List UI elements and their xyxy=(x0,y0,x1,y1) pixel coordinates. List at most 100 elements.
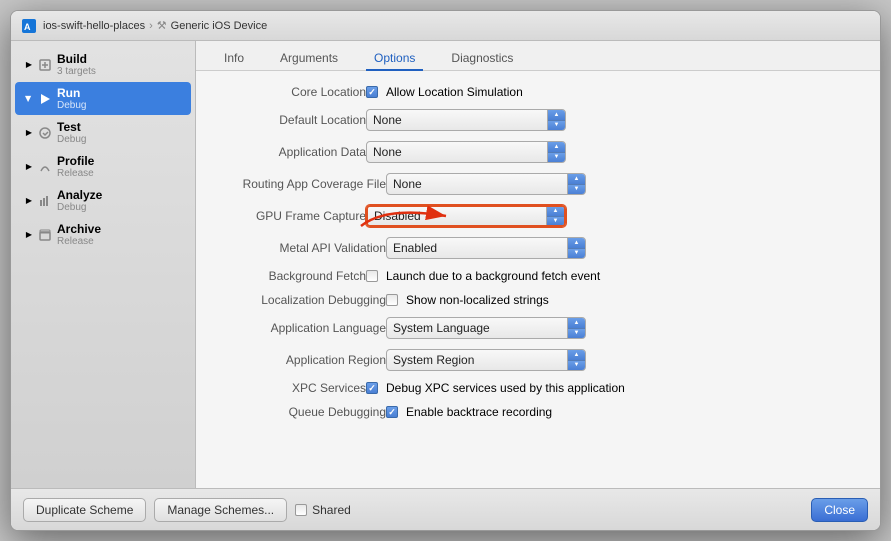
sidebar-item-build[interactable]: ▶ Build 3 targets xyxy=(15,48,191,81)
app-data-value: None xyxy=(367,145,547,159)
profile-icon xyxy=(38,160,52,174)
routing-label: Routing App Coverage File xyxy=(206,177,386,191)
tab-arguments[interactable]: Arguments xyxy=(272,47,346,71)
settings-panel: Core Location Allow Location Simulation … xyxy=(196,71,880,488)
stepper-up[interactable]: ▲ xyxy=(568,350,585,361)
archive-sublabel: Release xyxy=(57,236,101,247)
sidebar-item-profile[interactable]: ▶ Profile Release xyxy=(15,150,191,183)
stepper-down[interactable]: ▼ xyxy=(568,249,585,259)
sidebar: ▶ Build 3 targets ▶ Run Debug xyxy=(11,41,196,488)
app-lang-row: Application Language System Language ▲ ▼ xyxy=(206,317,860,339)
metal-select[interactable]: Enabled ▲ ▼ xyxy=(386,237,586,259)
device-name: Generic iOS Device xyxy=(171,20,268,32)
duplicate-scheme-button[interactable]: Duplicate Scheme xyxy=(23,498,146,522)
gpu-select[interactable]: Disabled ▲ ▼ xyxy=(366,205,566,227)
arrow-icon: ▶ xyxy=(25,163,33,171)
tab-bar: Info Arguments Options Diagnostics xyxy=(196,41,880,71)
stepper-up[interactable]: ▲ xyxy=(568,238,585,249)
arrow-icon: ▶ xyxy=(25,95,33,103)
core-location-row: Core Location Allow Location Simulation xyxy=(206,85,860,99)
profile-sublabel: Release xyxy=(57,168,94,179)
sidebar-item-test[interactable]: ▶ Test Debug xyxy=(15,116,191,149)
test-label: Test xyxy=(57,120,86,134)
stepper-down[interactable]: ▼ xyxy=(548,153,565,163)
app-region-row: Application Region System Region ▲ ▼ xyxy=(206,349,860,371)
xpc-label: XPC Services xyxy=(206,381,366,395)
shared-checkbox-label[interactable]: Shared xyxy=(295,503,351,517)
xcode-icon: A xyxy=(21,18,37,34)
project-name: ios-swift-hello-places xyxy=(43,20,145,32)
metal-value: Enabled xyxy=(387,241,567,255)
shared-checkbox[interactable] xyxy=(295,504,307,516)
queue-debug-row: Queue Debugging Enable backtrace recordi… xyxy=(206,405,860,419)
app-data-label: Application Data xyxy=(206,145,366,159)
sidebar-item-analyze[interactable]: ▶ Analyze Debug xyxy=(15,184,191,217)
analyze-icon xyxy=(38,194,52,208)
app-data-select[interactable]: None ▲ ▼ xyxy=(366,141,566,163)
arrow-icon: ▶ xyxy=(25,197,33,205)
test-sublabel: Debug xyxy=(57,134,86,145)
xpc-checkbox-label: Debug XPC services used by this applicat… xyxy=(386,381,625,395)
run-icon xyxy=(38,92,52,106)
build-icon xyxy=(38,58,52,72)
test-icon xyxy=(38,126,52,140)
analyze-sublabel: Debug xyxy=(57,202,102,213)
gpu-value: Disabled xyxy=(368,209,546,223)
shared-label: Shared xyxy=(312,503,351,517)
close-button[interactable]: Close xyxy=(811,498,868,522)
stepper-up[interactable]: ▲ xyxy=(568,174,585,185)
stepper-up[interactable]: ▲ xyxy=(548,142,565,153)
routing-value: None xyxy=(387,177,567,191)
loc-debug-checkbox-label: Show non-localized strings xyxy=(406,293,549,307)
stepper-down[interactable]: ▼ xyxy=(547,217,564,226)
stepper-up[interactable]: ▲ xyxy=(548,110,565,121)
bg-fetch-checkbox[interactable] xyxy=(366,270,378,282)
profile-label: Profile xyxy=(57,154,94,168)
metal-label: Metal API Validation xyxy=(206,241,386,255)
archive-icon xyxy=(38,228,52,242)
stepper-down[interactable]: ▼ xyxy=(568,329,585,339)
core-location-checkbox[interactable] xyxy=(366,86,378,98)
run-sublabel: Debug xyxy=(57,100,86,111)
analyze-label: Analyze xyxy=(57,188,102,202)
queue-checkbox[interactable] xyxy=(386,406,398,418)
tab-diagnostics[interactable]: Diagnostics xyxy=(443,47,521,71)
app-lang-select[interactable]: System Language ▲ ▼ xyxy=(386,317,586,339)
default-location-row: Default Location None ▲ ▼ xyxy=(206,109,860,131)
stepper-down[interactable]: ▼ xyxy=(568,361,585,371)
svg-text:A: A xyxy=(24,22,31,32)
loc-debug-checkbox[interactable] xyxy=(386,294,398,306)
metal-row: Metal API Validation Enabled ▲ ▼ xyxy=(206,237,860,259)
stepper-down[interactable]: ▼ xyxy=(548,121,565,131)
manage-schemes-button[interactable]: Manage Schemes... xyxy=(154,498,287,522)
archive-label: Archive xyxy=(57,222,101,236)
gpu-frame-capture-row: GPU Frame Capture Disabled ▲ ▼ xyxy=(206,205,860,227)
build-label: Build xyxy=(57,52,96,66)
run-label: Run xyxy=(57,86,86,100)
bottom-bar: Duplicate Scheme Manage Schemes... Share… xyxy=(11,488,880,530)
sidebar-item-run[interactable]: ▶ Run Debug xyxy=(15,82,191,115)
app-region-value: System Region xyxy=(387,353,567,367)
stepper-down[interactable]: ▼ xyxy=(568,185,585,195)
arrow-icon: ▶ xyxy=(25,129,33,137)
titlebar: A ios-swift-hello-places › ⚒ Generic iOS… xyxy=(11,11,880,41)
stepper-up[interactable]: ▲ xyxy=(547,207,564,217)
core-location-label: Core Location xyxy=(206,85,366,99)
breadcrumb-sep: › xyxy=(149,20,153,32)
app-data-row: Application Data None ▲ ▼ xyxy=(206,141,860,163)
stepper-up[interactable]: ▲ xyxy=(568,318,585,329)
tab-options[interactable]: Options xyxy=(366,47,423,71)
device-icon: ⚒ xyxy=(157,19,167,32)
gpu-label: GPU Frame Capture xyxy=(206,209,366,223)
default-location-select[interactable]: None ▲ ▼ xyxy=(366,109,566,131)
xpc-checkbox[interactable] xyxy=(366,382,378,394)
routing-select[interactable]: None ▲ ▼ xyxy=(386,173,586,195)
app-region-select[interactable]: System Region ▲ ▼ xyxy=(386,349,586,371)
sidebar-item-archive[interactable]: ▶ Archive Release xyxy=(15,218,191,251)
scheme-editor-dialog: A ios-swift-hello-places › ⚒ Generic iOS… xyxy=(10,10,881,531)
loc-debug-label: Localization Debugging xyxy=(206,293,386,307)
app-lang-label: Application Language xyxy=(206,321,386,335)
tab-info[interactable]: Info xyxy=(216,47,252,71)
loc-debug-row: Localization Debugging Show non-localize… xyxy=(206,293,860,307)
default-location-value: None xyxy=(367,113,547,127)
